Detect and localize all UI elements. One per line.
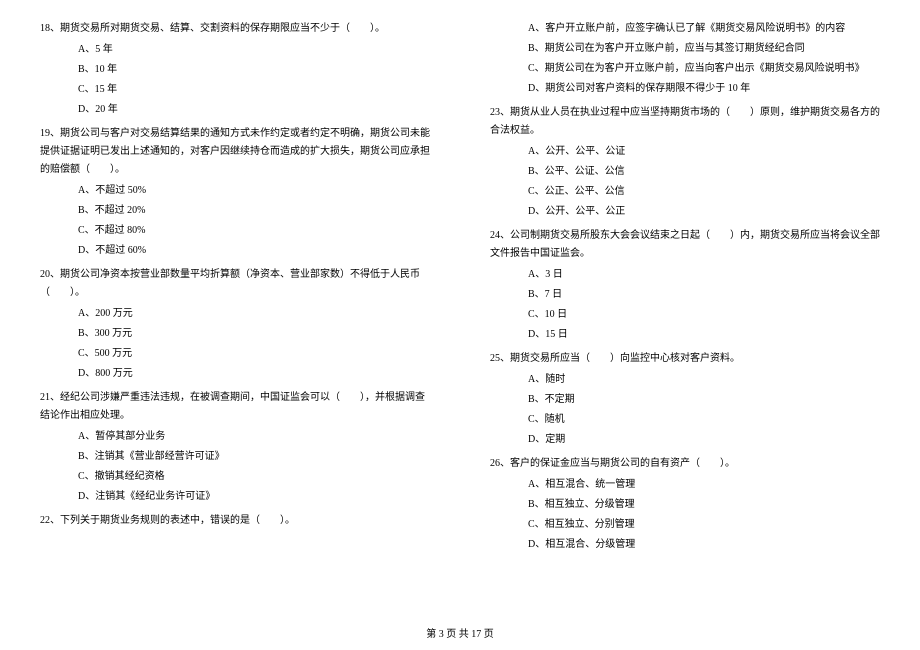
question-21: 21、经纪公司涉嫌严重违法违规，在被调查期间，中国证监会可以（ ），并根据调查结… — [40, 389, 430, 508]
option-d: D、不超过 60% — [78, 242, 430, 260]
option-c: C、随机 — [528, 411, 880, 429]
options-list: A、3 日 B、7 日 C、10 日 D、15 日 — [490, 266, 880, 344]
question-25: 25、期货交易所应当（ ）向监控中心核对客户资料。 A、随时 B、不定期 C、随… — [490, 350, 880, 451]
option-a: A、暂停其部分业务 — [78, 428, 430, 446]
option-b: B、不超过 20% — [78, 202, 430, 220]
option-a: A、3 日 — [528, 266, 880, 284]
option-d: D、15 日 — [528, 326, 880, 344]
option-a: A、200 万元 — [78, 305, 430, 323]
question-20: 20、期货公司净资本按营业部数量平均折算额（净资本、营业部家数）不得低于人民币（… — [40, 266, 430, 385]
option-b: B、注销其《营业部经营许可证》 — [78, 448, 430, 466]
right-column: A、客户开立账户前，应签字确认已了解《期货交易风险说明书》的内容 B、期货公司在… — [490, 20, 880, 610]
question-22-options: A、客户开立账户前，应签字确认已了解《期货交易风险说明书》的内容 B、期货公司在… — [490, 20, 880, 100]
option-d: D、20 年 — [78, 101, 430, 119]
option-d: D、注销其《经纪业务许可证》 — [78, 488, 430, 506]
page-footer: 第 3 页 共 17 页 — [0, 625, 920, 640]
options-list: A、5 年 B、10 年 C、15 年 D、20 年 — [40, 41, 430, 119]
page-container: 18、期货交易所对期货交易、结算、交割资料的保存期限应当不少于（ ）。 A、5 … — [40, 20, 880, 610]
question-text: 25、期货交易所应当（ ）向监控中心核对客户资料。 — [490, 350, 880, 368]
question-19: 19、期货公司与客户对交易结算结果的通知方式未作约定或者约定不明确，期货公司未能… — [40, 125, 430, 262]
option-a: A、客户开立账户前，应签字确认已了解《期货交易风险说明书》的内容 — [528, 20, 880, 38]
option-c: C、期货公司在为客户开立账户前，应当向客户出示《期货交易风险说明书》 — [528, 60, 880, 78]
options-list: A、客户开立账户前，应签字确认已了解《期货交易风险说明书》的内容 B、期货公司在… — [490, 20, 880, 98]
option-a: A、5 年 — [78, 41, 430, 59]
question-text: 21、经纪公司涉嫌严重违法违规，在被调查期间，中国证监会可以（ ），并根据调查结… — [40, 389, 430, 425]
options-list: A、相互混合、统一管理 B、相互独立、分级管理 C、相互独立、分别管理 D、相互… — [490, 476, 880, 554]
option-b: B、相互独立、分级管理 — [528, 496, 880, 514]
options-list: A、公开、公平、公证 B、公平、公证、公信 C、公正、公平、公信 D、公开、公平… — [490, 143, 880, 221]
options-list: A、暂停其部分业务 B、注销其《营业部经营许可证》 C、撤销其经纪资格 D、注销… — [40, 428, 430, 506]
options-list: A、随时 B、不定期 C、随机 D、定期 — [490, 371, 880, 449]
option-d: D、定期 — [528, 431, 880, 449]
option-c: C、不超过 80% — [78, 222, 430, 240]
question-text: 22、下列关于期货业务规则的表述中，错误的是（ ）。 — [40, 512, 430, 530]
option-b: B、10 年 — [78, 61, 430, 79]
option-d: D、公开、公平、公正 — [528, 203, 880, 221]
option-b: B、不定期 — [528, 391, 880, 409]
option-c: C、相互独立、分别管理 — [528, 516, 880, 534]
option-d: D、800 万元 — [78, 365, 430, 383]
option-a: A、公开、公平、公证 — [528, 143, 880, 161]
option-c: C、500 万元 — [78, 345, 430, 363]
option-c: C、10 日 — [528, 306, 880, 324]
option-d: D、相互混合、分级管理 — [528, 536, 880, 554]
question-text: 23、期货从业人员在执业过程中应当坚持期货市场的（ ）原则，维护期货交易各方的合… — [490, 104, 880, 140]
options-list: A、200 万元 B、300 万元 C、500 万元 D、800 万元 — [40, 305, 430, 383]
left-column: 18、期货交易所对期货交易、结算、交割资料的保存期限应当不少于（ ）。 A、5 … — [40, 20, 430, 610]
option-d: D、期货公司对客户资料的保存期限不得少于 10 年 — [528, 80, 880, 98]
question-22: 22、下列关于期货业务规则的表述中，错误的是（ ）。 — [40, 512, 430, 533]
question-26: 26、客户的保证金应当与期货公司的自有资产（ ）。 A、相互混合、统一管理 B、… — [490, 455, 880, 556]
option-b: B、公平、公证、公信 — [528, 163, 880, 181]
question-text: 19、期货公司与客户对交易结算结果的通知方式未作约定或者约定不明确，期货公司未能… — [40, 125, 430, 179]
question-text: 18、期货交易所对期货交易、结算、交割资料的保存期限应当不少于（ ）。 — [40, 20, 430, 38]
option-c: C、15 年 — [78, 81, 430, 99]
question-23: 23、期货从业人员在执业过程中应当坚持期货市场的（ ）原则，维护期货交易各方的合… — [490, 104, 880, 223]
question-text: 26、客户的保证金应当与期货公司的自有资产（ ）。 — [490, 455, 880, 473]
option-b: B、300 万元 — [78, 325, 430, 343]
question-text: 24、公司制期货交易所股东大会会议结束之日起（ ）内，期货交易所应当将会议全部文… — [490, 227, 880, 263]
option-a: A、相互混合、统一管理 — [528, 476, 880, 494]
option-b: B、期货公司在为客户开立账户前，应当与其签订期货经纪合同 — [528, 40, 880, 58]
question-24: 24、公司制期货交易所股东大会会议结束之日起（ ）内，期货交易所应当将会议全部文… — [490, 227, 880, 346]
options-list: A、不超过 50% B、不超过 20% C、不超过 80% D、不超过 60% — [40, 182, 430, 260]
option-a: A、随时 — [528, 371, 880, 389]
option-c: C、公正、公平、公信 — [528, 183, 880, 201]
question-18: 18、期货交易所对期货交易、结算、交割资料的保存期限应当不少于（ ）。 A、5 … — [40, 20, 430, 121]
option-a: A、不超过 50% — [78, 182, 430, 200]
question-text: 20、期货公司净资本按营业部数量平均折算额（净资本、营业部家数）不得低于人民币（… — [40, 266, 430, 302]
option-b: B、7 日 — [528, 286, 880, 304]
option-c: C、撤销其经纪资格 — [78, 468, 430, 486]
